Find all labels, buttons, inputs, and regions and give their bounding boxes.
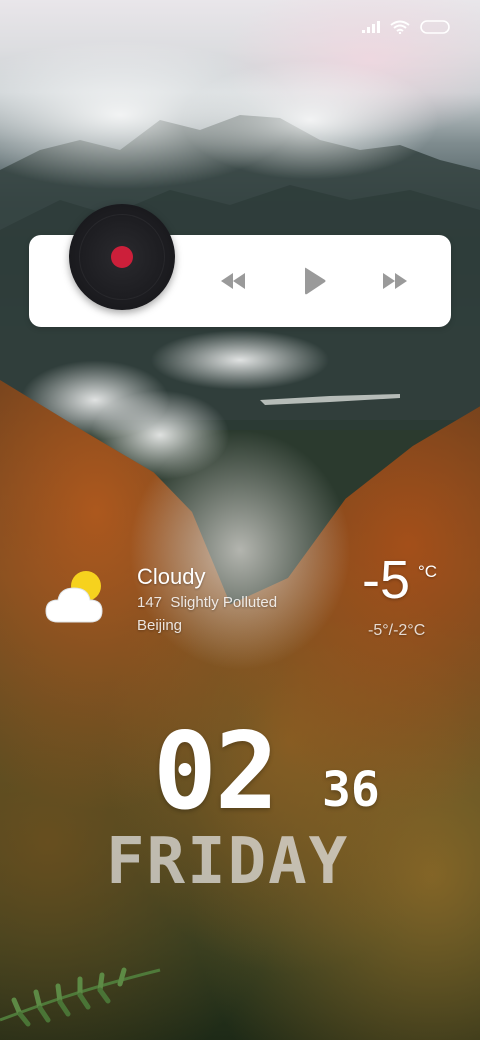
vinyl-disc-icon[interactable] bbox=[69, 204, 175, 310]
next-button[interactable] bbox=[378, 262, 412, 300]
partly-cloudy-icon[interactable] bbox=[44, 570, 108, 626]
previous-icon bbox=[221, 273, 245, 289]
cloud bbox=[180, 60, 440, 180]
play-icon bbox=[305, 267, 326, 295]
current-temperature[interactable]: -5 bbox=[362, 550, 410, 610]
temperature-range: -5°/-2°C bbox=[368, 622, 426, 639]
temperature-unit: °C bbox=[418, 562, 438, 581]
clock-weekday: FRIDAY bbox=[106, 825, 350, 899]
status-bar bbox=[362, 14, 452, 40]
air-quality: 147 Slightly Polluted bbox=[137, 594, 278, 611]
fern-leaves bbox=[0, 967, 161, 1027]
signal-icon bbox=[362, 21, 380, 33]
cloud bbox=[150, 330, 330, 390]
next-icon bbox=[383, 273, 407, 289]
disc-center bbox=[111, 246, 133, 268]
previous-button[interactable] bbox=[216, 262, 250, 300]
clock-minute[interactable]: 36 bbox=[322, 758, 380, 822]
battery-icon bbox=[420, 20, 450, 34]
weather-condition: Cloudy bbox=[137, 564, 206, 589]
clock-hour[interactable]: 02 bbox=[153, 712, 279, 832]
play-button[interactable] bbox=[298, 262, 332, 300]
wifi-icon bbox=[390, 20, 410, 34]
weather-city: Beijing bbox=[137, 617, 183, 634]
valley-mist bbox=[120, 420, 360, 680]
